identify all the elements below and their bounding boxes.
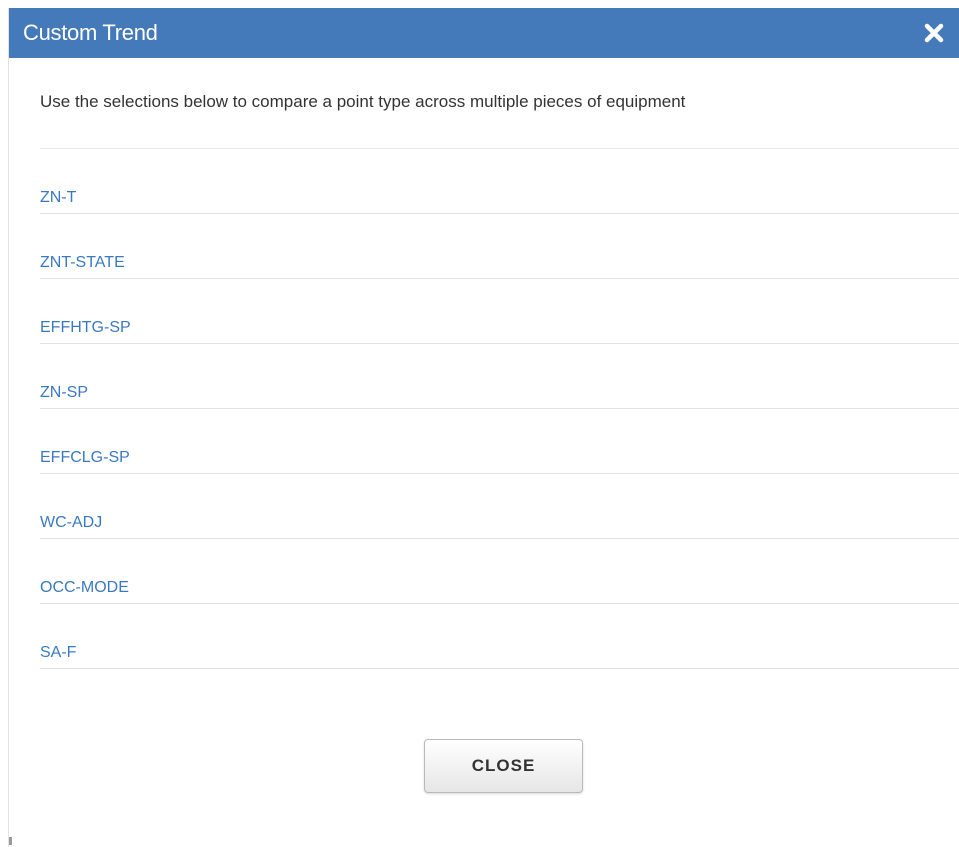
list-item: WC-ADJ: [40, 474, 959, 539]
point-link-wc-adj[interactable]: WC-ADJ: [40, 514, 102, 532]
point-type-list: ZN-T ZNT-STATE EFFHTG-SP ZN-SP EFFCLG-SP…: [40, 149, 959, 669]
point-link-effhtg-sp[interactable]: EFFHTG-SP: [40, 319, 131, 337]
point-link-occ-mode[interactable]: OCC-MODE: [40, 579, 129, 597]
dialog-title: Custom Trend: [23, 20, 158, 45]
list-item: SA-F: [40, 604, 959, 669]
custom-trend-dialog: Custom Trend Use the selections below to…: [8, 8, 959, 847]
point-link-zn-sp[interactable]: ZN-SP: [40, 384, 88, 402]
list-item: ZN-SP: [40, 344, 959, 409]
close-x-icon-glyph: [924, 23, 944, 43]
list-item: EFFCLG-SP: [40, 409, 959, 474]
close-button[interactable]: CLOSE: [424, 739, 583, 793]
resize-corner: [9, 837, 12, 845]
list-item: EFFHTG-SP: [40, 279, 959, 344]
intro-text: Use the selections below to compare a po…: [40, 92, 686, 111]
close-x-icon[interactable]: [921, 20, 947, 46]
point-link-znt-state[interactable]: ZNT-STATE: [40, 254, 125, 272]
dialog-titlebar: Custom Trend: [9, 8, 959, 58]
list-item: ZN-T: [40, 149, 959, 214]
list-item: OCC-MODE: [40, 539, 959, 604]
point-link-effclg-sp[interactable]: EFFCLG-SP: [40, 449, 130, 467]
point-link-zn-t[interactable]: ZN-T: [40, 189, 76, 207]
point-link-sa-f[interactable]: SA-F: [40, 644, 76, 662]
list-item: ZNT-STATE: [40, 214, 959, 279]
